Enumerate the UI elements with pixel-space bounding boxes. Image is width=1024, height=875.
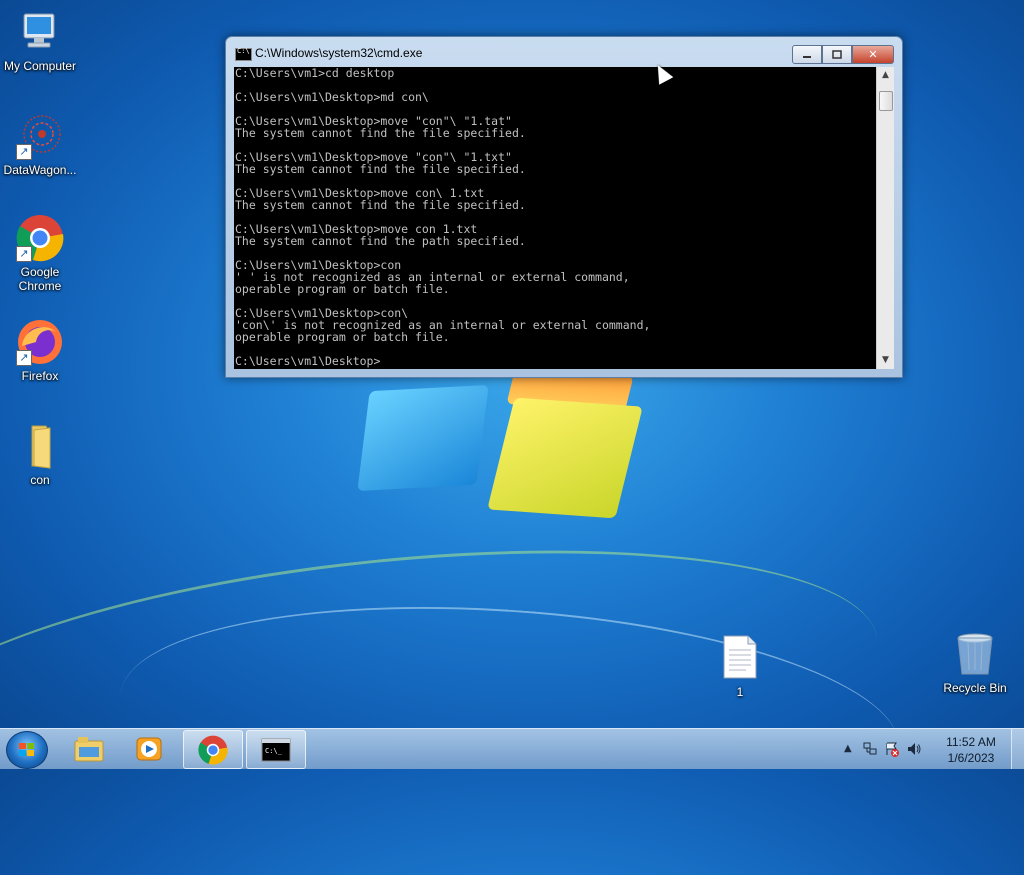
volume-icon[interactable] [906, 741, 922, 761]
computer-icon [16, 8, 64, 56]
clock[interactable]: 11:52 AM 1/6/2023 [936, 734, 1006, 766]
close-button[interactable]: ✕ [852, 45, 894, 64]
cmd-icon [235, 47, 252, 61]
minimize-button[interactable] [792, 45, 822, 64]
system-tray: ▲ 11:52 AM 1/6/2023 [834, 729, 1024, 769]
text-file-icon [716, 634, 764, 682]
desktop-icon-label: con [30, 473, 50, 487]
cmd-window[interactable]: C:\Windows\system32\cmd.exe ✕ C:\Users\v… [225, 36, 903, 378]
console-line: The system cannot find the file specifie… [235, 198, 526, 212]
action-center-warning-icon[interactable] [884, 741, 900, 761]
desktop-icon-firefox[interactable]: ↗ Firefox [0, 318, 80, 383]
chrome-icon [198, 735, 228, 765]
minimize-icon [803, 55, 811, 58]
shortcut-arrow-icon: ↗ [16, 246, 32, 262]
media-player-icon [136, 737, 162, 760]
desktop-icon-recycle-bin[interactable]: Recycle Bin [935, 630, 1015, 695]
desktop-icon-file-1[interactable]: 1 [700, 634, 780, 699]
desktop-icon-label: Google Chrome [18, 265, 62, 293]
shortcut-arrow-icon: ↗ [16, 350, 32, 366]
console-line: C:\Users\vm1\Desktop>md con\ [235, 90, 429, 104]
wallpaper-windows-logo [357, 367, 650, 522]
desktop-icon-label: 1 [736, 685, 744, 699]
close-icon: ✕ [868, 48, 878, 61]
arrow-down-icon: ▼ [882, 355, 889, 365]
network-icon[interactable] [862, 741, 878, 761]
console-line: C:\Users\vm1>cd desktop [235, 67, 395, 80]
console-area[interactable]: C:\Users\vm1>cd desktop C:\Users\vm1\Des… [234, 67, 894, 369]
desktop-icon-con-folder[interactable]: con [0, 422, 80, 487]
scroll-up-button[interactable]: ▲ [877, 67, 894, 84]
desktop-icon-datawagon[interactable]: ↗ DataWagon... [0, 112, 80, 177]
maximize-button[interactable] [822, 45, 852, 64]
scroll-down-button[interactable]: ▼ [877, 352, 894, 369]
cmd-titlebar[interactable]: C:\Windows\system32\cmd.exe ✕ [226, 37, 902, 67]
console-line: operable program or batch file. [235, 282, 450, 296]
console-line: The system cannot find the file specifie… [235, 126, 526, 140]
console-line: The system cannot find the path specifie… [235, 234, 526, 248]
console-line: The system cannot find the file specifie… [235, 162, 526, 176]
taskbar-chrome-button[interactable] [183, 730, 243, 769]
recycle-bin-icon [951, 630, 999, 678]
windows-logo-icon [19, 743, 35, 757]
taskbar-media-player-button[interactable] [120, 730, 178, 767]
desktop-icon-label: My Computer [3, 59, 77, 73]
desktop-icon-label: Recycle Bin [943, 681, 1007, 695]
explorer-icon [74, 736, 104, 761]
maximize-icon [832, 49, 842, 59]
vertical-scrollbar[interactable]: ▲ ▼ [876, 67, 894, 369]
console-line: operable program or batch file. [235, 330, 450, 344]
shortcut-arrow-icon: ↗ [16, 144, 32, 160]
desktop-icon-my-computer[interactable]: My Computer [0, 8, 80, 73]
desktop-icon-google-chrome[interactable]: ↗ Google Chrome [0, 214, 80, 293]
cmd-icon: C:\_ [261, 738, 291, 761]
taskbar-cmd-button[interactable]: C:\_ [246, 730, 306, 769]
clock-date: 1/6/2023 [947, 751, 995, 765]
show-hidden-icons-icon[interactable]: ▲ [844, 743, 852, 754]
taskbar-explorer-button[interactable] [60, 730, 118, 767]
arrow-up-icon: ▲ [882, 70, 889, 80]
clock-time: 11:52 AM [946, 735, 996, 749]
datawagon-icon: ↗ [16, 112, 64, 160]
folder-icon [16, 422, 64, 470]
taskbar: C:\_ ▲ 11:52 AM 1/6/2023 [0, 728, 1024, 769]
scroll-thumb[interactable] [879, 91, 893, 111]
console-output: C:\Users\vm1>cd desktop C:\Users\vm1\Des… [235, 67, 875, 369]
svg-text:C:\_: C:\_ [265, 747, 283, 755]
desktop-icon-label: Firefox [21, 369, 59, 383]
console-line: C:\Users\vm1\Desktop> [235, 354, 381, 368]
show-desktop-button[interactable] [1011, 729, 1024, 769]
chrome-icon: ↗ [16, 214, 64, 262]
window-title: C:\Windows\system32\cmd.exe [255, 46, 423, 60]
start-button[interactable] [6, 731, 48, 769]
firefox-icon: ↗ [16, 318, 64, 366]
desktop-icon-label: DataWagon... [3, 163, 77, 177]
